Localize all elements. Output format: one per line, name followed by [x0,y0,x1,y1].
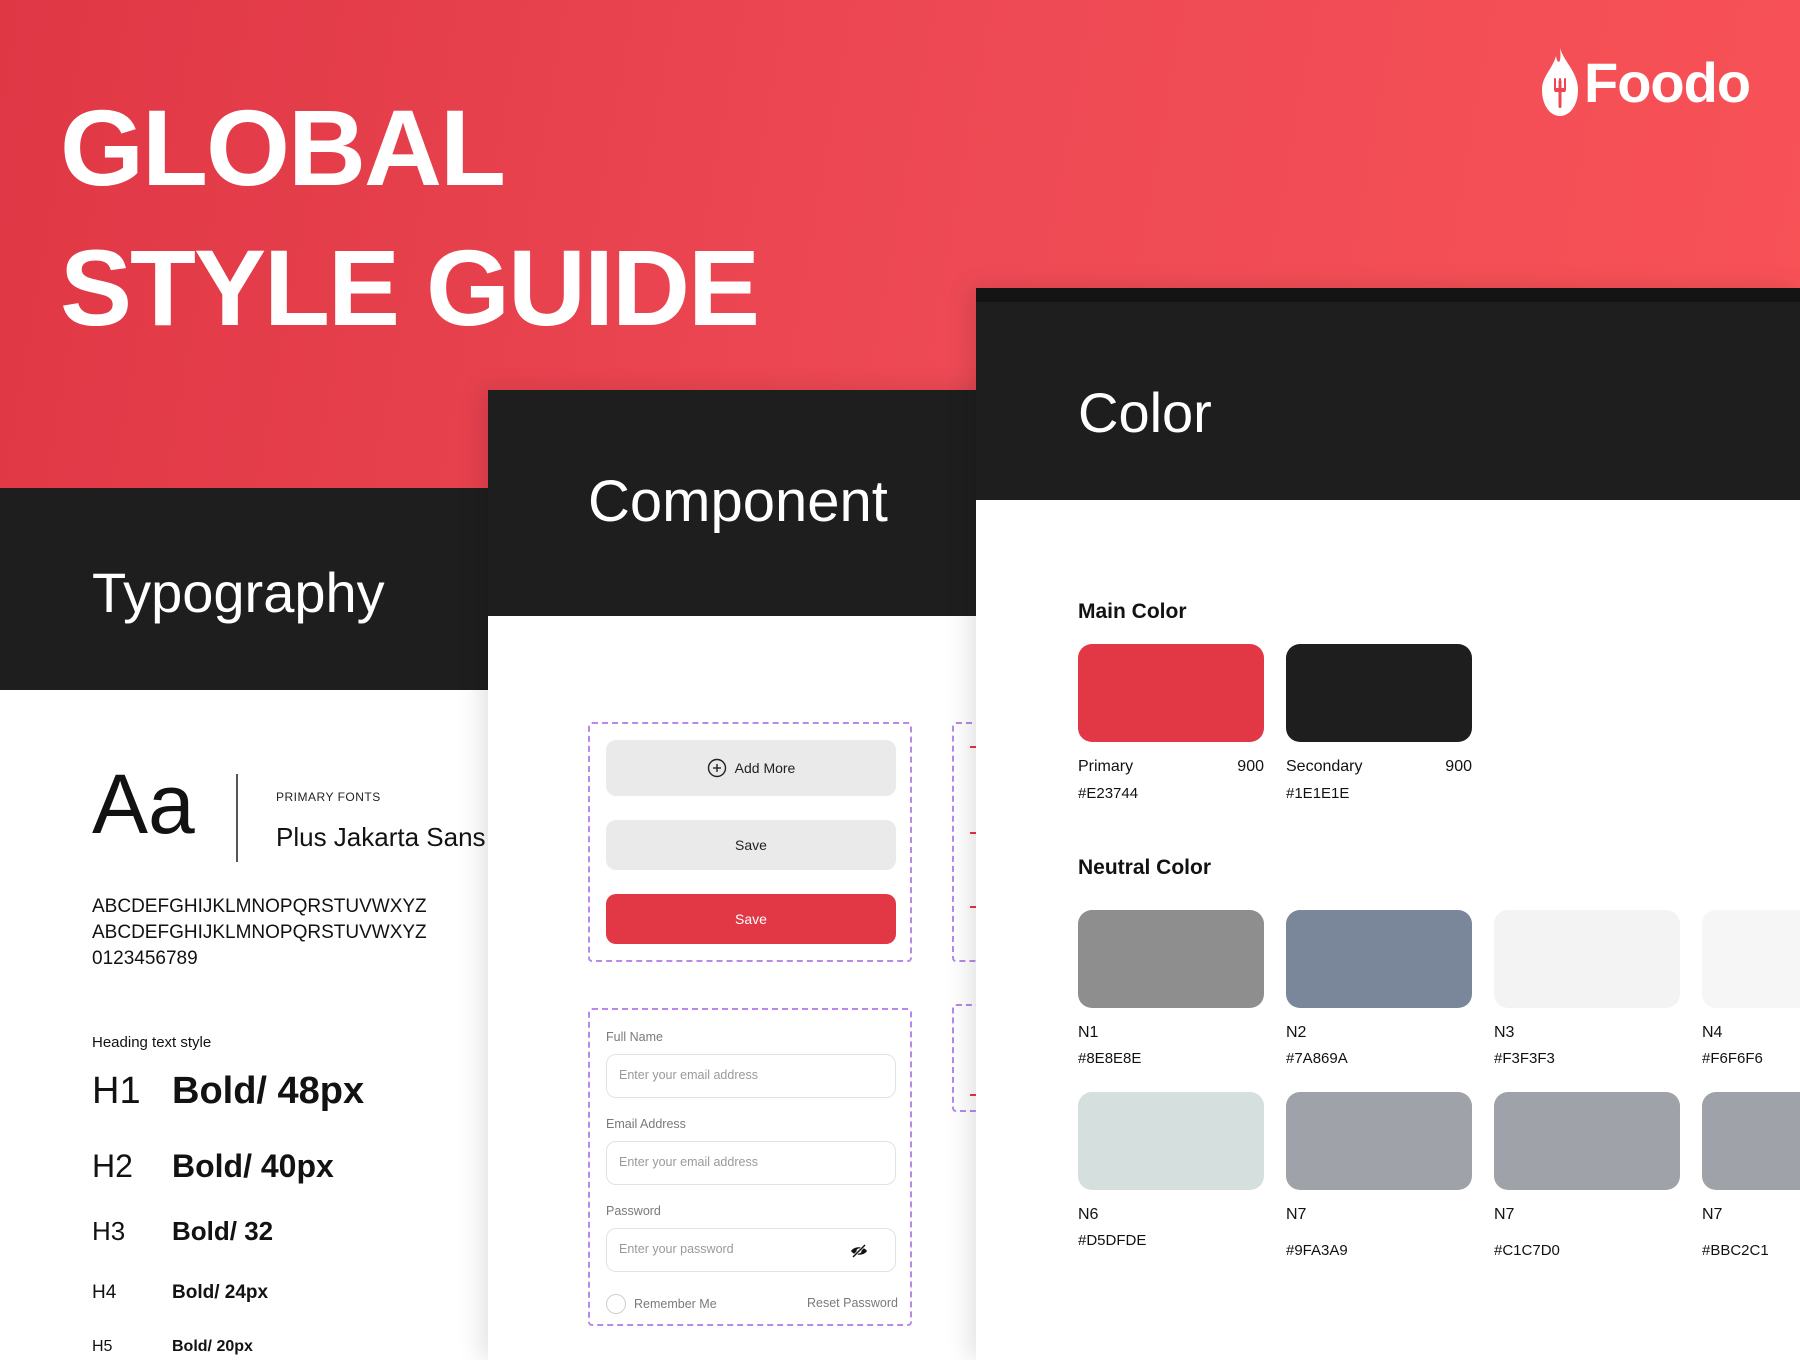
component-panel: Component Add More Save Save Full Name E… [488,390,1022,1360]
placeholder: Enter your email address [619,1155,758,1169]
swatch-n7 [1494,1092,1680,1190]
heading-row-h5: H5 Bold/ 20px [92,1338,253,1356]
heading-tag: H3 [92,1216,126,1246]
swatch-hex: #1E1E1E [1286,785,1350,802]
brand-logo: Foodo [1542,48,1751,116]
swatch-n6 [1078,1092,1264,1190]
add-circle-icon [707,758,726,778]
remember-me-label: Remember Me [634,1297,717,1311]
heading-row-h2: H2 Bold/ 40px [92,1148,334,1185]
font-sample: Aa [92,757,195,851]
color-header: Color [976,288,1800,500]
heading-style-label: Heading text style [92,1034,212,1051]
placeholder: Enter your password [619,1242,734,1256]
heading-row-h4: H4 Bold/ 24px [92,1282,268,1304]
email-label: Email Address [606,1117,686,1131]
swatch-hex: #F3F3F3 [1494,1050,1555,1067]
swatch-weight: 900 [1237,758,1264,775]
swatch-hex: #BBC2C1 [1702,1242,1769,1259]
swatch-hex: #D5DFDE [1078,1232,1147,1249]
placeholder: Enter your email address [619,1068,758,1082]
swatch-hex: #9FA3A9 [1286,1242,1348,1259]
typography-panel: Typography Aa PRIMARY FONTS Plus Jakarta… [0,488,488,1360]
swatch-primary [1078,644,1264,742]
swatch-name: N4 [1702,1024,1723,1041]
save-label: Save [735,911,767,927]
page-title: GLOBAL STYLE GUIDE [60,87,760,348]
alphabet-line: ABCDEFGHIJKLMNOPQRSTUVWXYZ [92,922,427,943]
heading-spec: Bold/ 32 [172,1216,274,1246]
swatch-name: Secondary [1286,758,1363,775]
form-group: Full Name Enter your email address Email… [588,1008,912,1326]
component-header: Component [488,390,1008,616]
swatch-secondary [1286,644,1472,742]
reset-password-link[interactable]: Reset Password [807,1296,898,1310]
password-label: Password [606,1204,661,1218]
swatch-weight: 900 [1445,758,1472,775]
flame-fork-icon [1542,48,1578,116]
swatch-hex: #F6F6F6 [1702,1050,1763,1067]
heading-tag: H5 [92,1338,113,1355]
heading-spec: Bold/ 48px [172,1070,365,1112]
heading-spec: Bold/ 40px [172,1148,334,1184]
eye-off-icon[interactable] [849,1241,869,1261]
swatch-name: N2 [1286,1024,1307,1041]
add-more-label: Add More [734,760,796,776]
alphabet-line: ABCDEFGHIJKLMNOPQRSTUVWXYZ [92,896,427,917]
swatch-n1 [1078,910,1264,1008]
color-title: Color [1078,381,1212,444]
swatch-n4 [1702,910,1800,1008]
heading-tag: H1 [92,1070,141,1112]
swatch-name: N7 [1286,1206,1307,1223]
swatch-n7 [1286,1092,1472,1190]
save-label: Save [735,837,767,853]
full-name-label: Full Name [606,1030,663,1044]
brand-name: Foodo [1584,50,1751,114]
swatch-hex: #7A869A [1286,1050,1348,1067]
digits-line: 0123456789 [92,948,198,969]
swatch-hex: #C1C7D0 [1494,1242,1560,1259]
heading-row-h3: H3 Bold/ 32 [92,1216,273,1247]
heading-spec: Bold/ 20px [172,1338,253,1355]
swatch-hex: #8E8E8E [1078,1050,1142,1067]
swatch-n7 [1702,1092,1800,1190]
swatch-n2 [1286,910,1472,1008]
swatch-name: N7 [1702,1206,1723,1223]
save-button-primary[interactable]: Save [606,894,896,944]
button-group: Add More Save Save [588,722,912,962]
typography-title: Typography [92,561,385,624]
full-name-input[interactable]: Enter your email address [606,1054,896,1098]
divider [236,774,238,862]
swatch-name: N1 [1078,1024,1099,1041]
neutral-color-title: Neutral Color [1078,856,1212,879]
heading-spec: Bold/ 24px [172,1282,269,1303]
swatch-n3 [1494,910,1680,1008]
typography-header: Typography [0,488,488,690]
swatch-name: Primary [1078,758,1134,775]
save-button-secondary[interactable]: Save [606,820,896,870]
swatch-name: N7 [1494,1206,1515,1223]
remember-me-checkbox[interactable]: Remember Me [606,1294,717,1314]
alphabet-sample: ABCDEFGHIJKLMNOPQRSTUVWXYZ ABCDEFGHIJKLM… [92,894,427,972]
email-input[interactable]: Enter your email address [606,1141,896,1185]
heading-row-h1: H1 Bold/ 48px [92,1070,364,1113]
primary-fonts-label: PRIMARY FONTS [276,790,381,804]
password-input[interactable]: Enter your password [606,1228,896,1272]
add-more-button[interactable]: Add More [606,740,896,796]
font-name: Plus Jakarta Sans [276,822,486,852]
heading-tag: H4 [92,1282,117,1303]
swatch-hex: #E23744 [1078,785,1139,802]
checkbox-circle[interactable] [606,1294,626,1314]
component-title: Component [588,469,888,534]
swatch-name: N6 [1078,1206,1099,1223]
swatch-name: N3 [1494,1024,1515,1041]
heading-tag: H2 [92,1148,133,1184]
color-panel: Color Main Color Primary 900 #E23744 Sec… [976,288,1800,1360]
main-color-title: Main Color [1078,600,1187,623]
